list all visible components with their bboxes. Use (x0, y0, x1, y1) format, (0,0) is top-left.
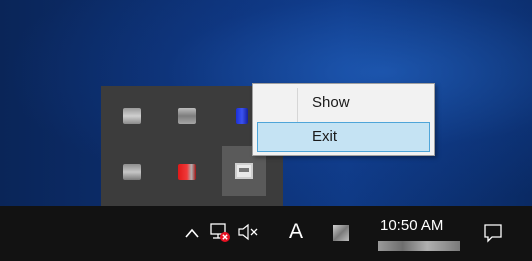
app-window-icon (235, 163, 253, 179)
blurred-app-icon (123, 108, 141, 124)
menu-item-exit[interactable]: Exit (257, 122, 430, 152)
blurred-red-app-icon (178, 164, 196, 180)
menu-item-exit-label: Exit (312, 128, 338, 145)
taskbar: A 10:50 AM (0, 206, 532, 261)
menu-item-show-label: Show (312, 94, 350, 111)
tray-icon-5[interactable] (167, 152, 207, 192)
network-button[interactable] (208, 219, 232, 245)
blurred-app-icon (123, 164, 141, 180)
tray-icon-1[interactable] (112, 96, 152, 136)
blurred-app-icon (333, 225, 349, 241)
tray-icon-2[interactable] (167, 96, 207, 136)
menu-item-show[interactable]: Show (257, 88, 430, 118)
tray-app-button[interactable] (330, 222, 352, 244)
chevron-up-icon (185, 228, 199, 238)
input-indicator-button[interactable]: A (286, 218, 306, 246)
volume-muted-icon (238, 223, 258, 241)
action-center-button[interactable] (480, 220, 506, 246)
tray-context-menu: Show Exit (252, 83, 435, 156)
show-hidden-icons-button[interactable] (183, 222, 201, 244)
blurred-app-icon (178, 108, 196, 124)
tray-icon-4[interactable] (112, 152, 152, 192)
network-disconnected-icon (210, 223, 230, 242)
clock-date-blurred (378, 241, 460, 251)
clock-time: 10:50 AM (380, 217, 444, 234)
blurred-blue-app-icon (236, 108, 248, 124)
volume-button[interactable] (236, 220, 260, 244)
ime-label: A (288, 220, 303, 243)
notification-icon (484, 224, 502, 243)
